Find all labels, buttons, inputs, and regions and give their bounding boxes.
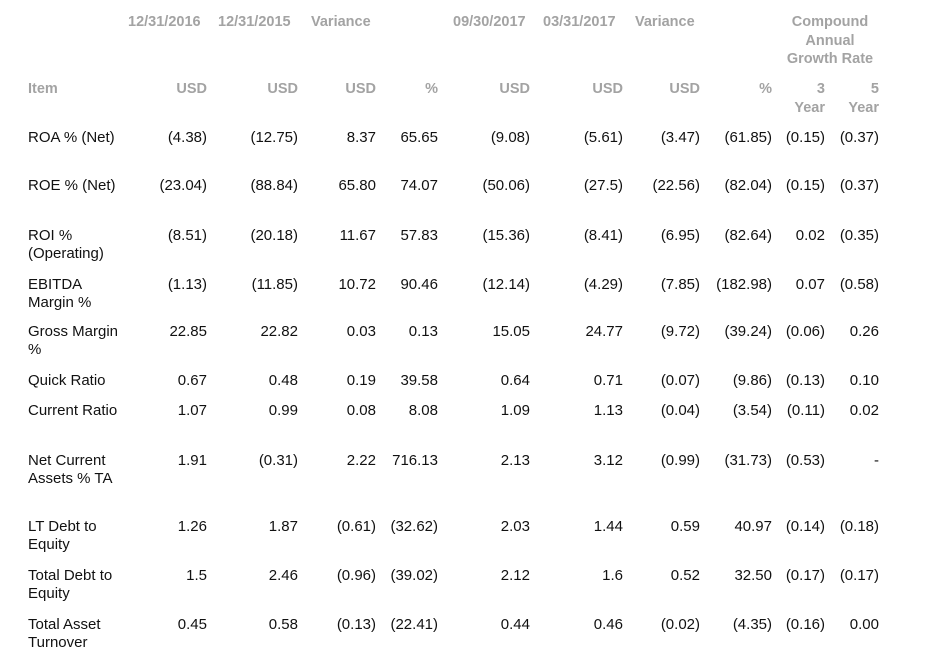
table-cell: (0.17) bbox=[839, 567, 879, 584]
table-cell: 2.46 bbox=[268, 567, 298, 584]
table-cell: 22.85 bbox=[169, 323, 207, 340]
subheader-col-5: USD bbox=[499, 81, 530, 97]
table-cell: (15.36) bbox=[482, 227, 530, 244]
subheader-col-9-unit: Year bbox=[794, 100, 825, 116]
table-cell: 39.58 bbox=[400, 372, 438, 389]
row-label: Current Ratio bbox=[28, 402, 118, 419]
row-label: Total Debt to Equity bbox=[28, 567, 113, 602]
header-period-4: 03/31/2017 bbox=[543, 14, 616, 30]
table-cell: 0.00 bbox=[849, 616, 879, 633]
table-cell: (0.35) bbox=[839, 227, 879, 244]
subheader-col-6: USD bbox=[592, 81, 623, 97]
subheader-col-2: USD bbox=[267, 81, 298, 97]
subheader-col-10-num: 5 bbox=[870, 81, 879, 97]
table-cell: 0.02 bbox=[849, 402, 879, 419]
row-label: Net Current Assets % TA bbox=[28, 452, 113, 487]
row-label: Quick Ratio bbox=[28, 372, 106, 389]
table-cell: (23.04) bbox=[159, 177, 207, 194]
table-cell: (88.84) bbox=[250, 177, 298, 194]
subheader-col-3: USD bbox=[345, 81, 376, 97]
table-cell: (39.02) bbox=[390, 567, 438, 584]
subheader-item: Item bbox=[28, 81, 58, 97]
table-cell: 0.13 bbox=[408, 323, 438, 340]
header-cagr-line-1: Compound bbox=[791, 14, 869, 30]
subheader-col-9-num: 3 bbox=[816, 81, 825, 97]
header-variance-2: Variance bbox=[635, 14, 695, 30]
subheader-col-10-unit: Year bbox=[848, 100, 879, 116]
table-cell: 65.65 bbox=[400, 129, 438, 146]
table-cell: 0.10 bbox=[849, 372, 879, 389]
row-label: Total Asset Turnover bbox=[28, 616, 101, 651]
table-cell: 2.12 bbox=[500, 567, 530, 584]
table-cell: 0.44 bbox=[500, 616, 530, 633]
table-cell: 90.46 bbox=[400, 276, 438, 293]
table-cell: 716.13 bbox=[392, 452, 438, 469]
row-label: ROE % (Net) bbox=[28, 177, 116, 194]
table-cell: 15.05 bbox=[492, 323, 530, 340]
table-cell: (12.14) bbox=[482, 276, 530, 293]
subheader-col-7: USD bbox=[669, 81, 700, 97]
table-cell: 0.48 bbox=[268, 372, 298, 389]
subheader-col-4: % bbox=[425, 81, 438, 97]
table-cell: 22.82 bbox=[260, 323, 298, 340]
table-cell: 1.87 bbox=[268, 518, 298, 535]
row-label: Gross Margin % bbox=[28, 323, 119, 358]
table-cell: (0.18) bbox=[839, 518, 879, 535]
table-cell: - bbox=[874, 452, 879, 469]
table-cell: 1.91 bbox=[177, 452, 207, 469]
header-period-3: 09/30/2017 bbox=[453, 14, 526, 30]
table-cell: 0.99 bbox=[268, 402, 298, 419]
table-cell: (8.51) bbox=[167, 227, 207, 244]
table-cell: 1.5 bbox=[186, 567, 207, 584]
table-cell: (50.06) bbox=[482, 177, 530, 194]
ratio-table: 12/31/2016 12/31/2015 Variance 09/30/201… bbox=[0, 0, 928, 661]
subheader-col-8: % bbox=[759, 81, 772, 97]
row-label: ROA % (Net) bbox=[28, 129, 115, 146]
row-label: ROI % (Operating) bbox=[28, 227, 104, 262]
table-cell: (9.08) bbox=[490, 129, 530, 146]
row-label: EBITDA Margin % bbox=[28, 276, 92, 311]
row-label: LT Debt to Equity bbox=[28, 518, 97, 553]
table-cell: (11.85) bbox=[251, 276, 298, 293]
table-cell: 0.26 bbox=[849, 323, 879, 340]
table-cell: 74.07 bbox=[400, 177, 438, 194]
table-cell: 57.83 bbox=[400, 227, 438, 244]
table-cell: (22.41) bbox=[390, 616, 438, 633]
table-cell: (20.18) bbox=[250, 227, 298, 244]
table-cell: 8.08 bbox=[408, 402, 438, 419]
table-cell: 1.07 bbox=[177, 402, 207, 419]
table-cell: 2.13 bbox=[500, 452, 530, 469]
table-cell: (0.37) bbox=[839, 177, 879, 194]
table-cell: 0.45 bbox=[177, 616, 207, 633]
table-cell: 1.09 bbox=[500, 402, 530, 419]
table-cell: (0.58) bbox=[839, 276, 879, 293]
table-cell: 0.58 bbox=[268, 616, 298, 633]
header-cagr-line-3: Growth Rate bbox=[786, 51, 874, 67]
table-cell: 0.67 bbox=[177, 372, 207, 389]
header-variance-1: Variance bbox=[311, 14, 371, 30]
table-cell: (1.13) bbox=[167, 276, 207, 293]
header-period-1: 12/31/2016 bbox=[128, 14, 201, 30]
table-cell: 1.26 bbox=[177, 518, 207, 535]
header-cagr-line-2: Annual bbox=[805, 33, 855, 49]
table-cell: (12.75) bbox=[250, 129, 298, 146]
subheader-col-1: USD bbox=[176, 81, 207, 97]
header-period-2: 12/31/2015 bbox=[218, 14, 291, 30]
table-cell: (0.37) bbox=[839, 129, 879, 146]
table-cell: 2.03 bbox=[500, 518, 530, 535]
table-cell: 0.64 bbox=[500, 372, 530, 389]
table-cell: (32.62) bbox=[390, 518, 438, 535]
table-cell: (4.38) bbox=[167, 129, 207, 146]
table-cell: (0.31) bbox=[258, 452, 298, 469]
